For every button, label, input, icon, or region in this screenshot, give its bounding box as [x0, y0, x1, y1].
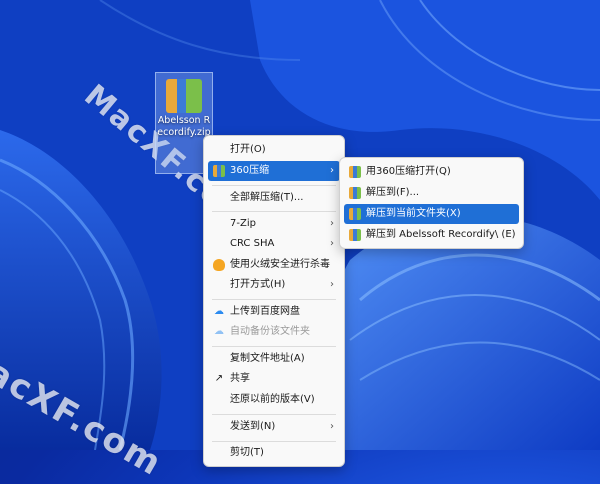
menu-item-label: 打开(O): [230, 144, 266, 155]
archive-icon: [213, 165, 225, 177]
chevron-right-icon: ›: [330, 279, 334, 290]
chevron-right-icon: ›: [330, 238, 334, 249]
menu-item-baidu-upload[interactable]: ☁ 上传到百度网盘: [208, 302, 340, 322]
chevron-right-icon: ›: [330, 165, 334, 176]
submenu-item-extract-here[interactable]: 解压到当前文件夹(X): [344, 204, 519, 224]
menu-divider: [212, 441, 336, 442]
menu-item-send-to[interactable]: 发送到(N) ›: [208, 417, 340, 437]
menu-item-crc-sha[interactable]: CRC SHA ›: [208, 234, 340, 254]
menu-item-extract-all[interactable]: 全部解压缩(T)...: [208, 188, 340, 208]
submenu-item-label: 用360压缩打开(Q): [366, 166, 451, 177]
cloud-icon: ☁: [214, 326, 224, 337]
menu-divider: [212, 299, 336, 300]
submenu-item-label: 解压到当前文件夹(X): [366, 208, 461, 219]
archive-icon: [349, 166, 361, 178]
cloud-icon: ☁: [214, 306, 224, 317]
menu-item-cut[interactable]: 剪切(T): [208, 443, 340, 463]
menu-item-label: CRC SHA: [230, 238, 275, 249]
submenu-item-label: 解压到(F)...: [366, 187, 420, 198]
zip-archive-icon: [166, 79, 202, 113]
chevron-right-icon: ›: [330, 421, 334, 432]
submenu-item-label: 解压到 Abelssoft Recordify\ (E): [366, 229, 516, 240]
menu-item-label: 全部解压缩(T)...: [230, 192, 304, 203]
submenu-item-open-with-360[interactable]: 用360压缩打开(Q): [344, 162, 519, 182]
archive-icon: [349, 208, 361, 220]
menu-item-360zip[interactable]: 360压缩 ›: [208, 161, 340, 181]
menu-item-label: 上传到百度网盘: [230, 306, 300, 317]
menu-divider: [212, 346, 336, 347]
menu-item-label: 打开方式(H): [230, 279, 286, 290]
menu-item-label: 复制文件地址(A): [230, 353, 305, 364]
menu-item-share[interactable]: ↗ 共享: [208, 369, 340, 389]
archive-icon: [349, 229, 361, 241]
menu-divider: [212, 414, 336, 415]
menu-item-label: 发送到(N): [230, 421, 276, 432]
menu-divider: [212, 211, 336, 212]
desktop-file-label: Abelsson Recordify.zip: [157, 115, 211, 138]
menu-divider: [212, 185, 336, 186]
menu-item-label: 使用火绒安全进行杀毒: [230, 259, 330, 270]
menu-item-auto-backup[interactable]: ☁ 自动备份该文件夹: [208, 322, 340, 342]
menu-item-7zip[interactable]: 7-Zip ›: [208, 214, 340, 234]
menu-item-label: 共享: [230, 373, 250, 384]
archive-icon: [349, 187, 361, 199]
menu-item-label: 自动备份该文件夹: [230, 326, 310, 337]
submenu-item-extract-to-folder[interactable]: 解压到 Abelssoft Recordify\ (E): [344, 225, 519, 245]
menu-item-open-with[interactable]: 打开方式(H) ›: [208, 275, 340, 295]
context-menu: 打开(O) 360压缩 › 全部解压缩(T)... 7-Zip › CRC SH…: [203, 135, 345, 467]
menu-item-copy-path[interactable]: 复制文件地址(A): [208, 349, 340, 369]
fire-icon: [213, 259, 225, 271]
menu-item-open[interactable]: 打开(O): [208, 140, 340, 160]
share-icon: ↗: [214, 373, 224, 384]
menu-item-label: 7-Zip: [230, 218, 256, 229]
menu-item-label: 还原以前的版本(V): [230, 394, 315, 405]
menu-item-huorong-scan[interactable]: 使用火绒安全进行杀毒: [208, 255, 340, 275]
menu-item-label: 360压缩: [230, 165, 270, 176]
menu-item-restore-versions[interactable]: 还原以前的版本(V): [208, 390, 340, 410]
submenu-360zip: 用360压缩打开(Q) 解压到(F)... 解压到当前文件夹(X) 解压到 Ab…: [339, 157, 524, 249]
chevron-right-icon: ›: [330, 218, 334, 229]
menu-item-label: 剪切(T): [230, 447, 264, 458]
submenu-item-extract-to[interactable]: 解压到(F)...: [344, 183, 519, 203]
